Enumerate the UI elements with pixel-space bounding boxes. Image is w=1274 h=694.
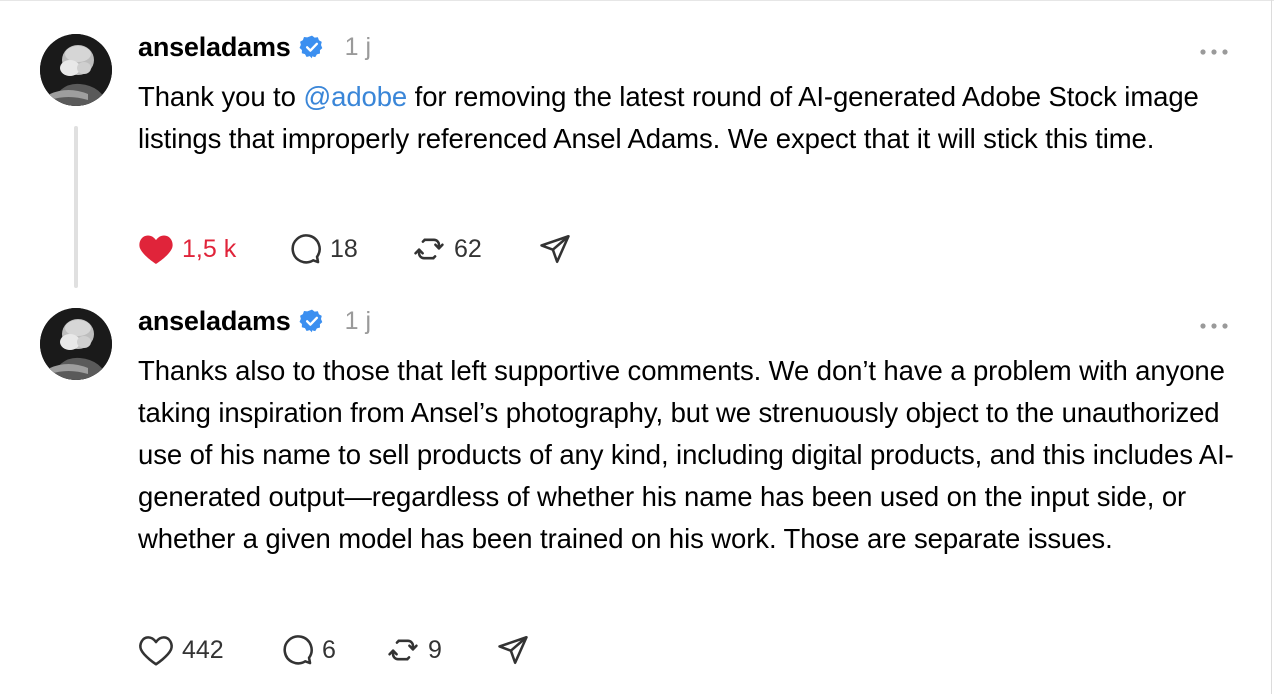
repost-icon [412, 232, 446, 266]
share-icon [538, 232, 572, 266]
like-count: 1,5 k [182, 234, 237, 263]
heart-icon [138, 232, 174, 266]
mention-link[interactable]: @adobe [303, 81, 407, 112]
share-button[interactable] [538, 232, 572, 266]
avatar[interactable] [40, 308, 112, 380]
post: anseladams 1 j Thanks also to those that… [0, 290, 1274, 694]
post-header: anseladams 1 j [138, 30, 371, 64]
comment-icon [288, 232, 322, 266]
comment-button[interactable]: 18 [288, 232, 412, 266]
post-actions: 442 6 9 [138, 630, 530, 670]
post-actions: 1,5 k 18 62 [138, 229, 572, 269]
comment-button[interactable]: 6 [280, 633, 386, 667]
more-options-icon[interactable] [1198, 318, 1230, 329]
thread-line [74, 126, 78, 288]
comment-icon [280, 633, 314, 667]
repost-icon [386, 633, 420, 667]
repost-button[interactable]: 62 [412, 232, 538, 266]
post-header: anseladams 1 j [138, 304, 371, 338]
repost-count: 9 [428, 635, 442, 664]
post-text: Thank you to @adobe for removing the lat… [138, 76, 1238, 160]
post-time[interactable]: 1 j [345, 33, 371, 62]
heart-icon [138, 633, 174, 667]
repost-count: 62 [454, 234, 482, 263]
like-button[interactable]: 442 [138, 633, 280, 667]
share-button[interactable] [496, 633, 530, 667]
repost-button[interactable]: 9 [386, 633, 496, 667]
verified-badge-icon [299, 308, 325, 334]
share-icon [496, 633, 530, 667]
verified-badge-icon [299, 34, 325, 60]
username[interactable]: anseladams [138, 32, 291, 63]
post: anseladams 1 j Thank you to @adobe for r… [0, 0, 1274, 290]
post-text: Thanks also to those that left supportiv… [138, 355, 1234, 554]
more-options-icon[interactable] [1198, 44, 1230, 55]
username[interactable]: anseladams [138, 306, 291, 337]
avatar[interactable] [40, 34, 112, 106]
post-time[interactable]: 1 j [345, 307, 371, 336]
like-button[interactable]: 1,5 k [138, 232, 288, 266]
comment-count: 6 [322, 635, 336, 664]
comment-count: 18 [330, 234, 358, 263]
like-count: 442 [182, 635, 224, 664]
post-text-start: Thank you to [138, 81, 304, 112]
